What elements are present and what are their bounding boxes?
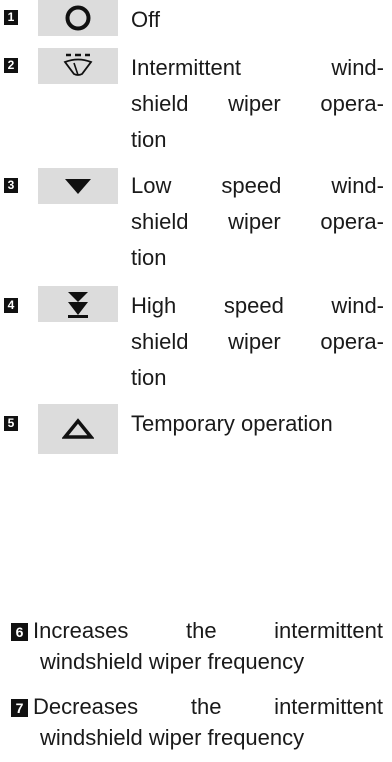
note-text: Increases the intermittent windshield wi… — [33, 615, 383, 677]
description-line: Intermittent wind- — [131, 55, 384, 80]
description-line: tion — [131, 127, 167, 152]
temporary-operation-triangle-icon — [62, 418, 94, 439]
description-line: Off — [131, 7, 160, 32]
item-number-badge: 3 — [4, 178, 18, 193]
symbol-cell — [38, 168, 118, 204]
symbol-cell — [38, 404, 118, 454]
description-line: shield wiper opera- — [131, 329, 384, 354]
item-number-badge: 1 — [4, 10, 18, 25]
description-line: tion — [131, 365, 167, 390]
item-number-badge: 7 — [11, 699, 28, 717]
mode-description: High speed wind- shield wiper opera- tio… — [131, 288, 384, 396]
mode-description: Temporary operation — [131, 406, 389, 442]
item-number-badge: 4 — [4, 298, 18, 313]
description-line: tion — [131, 245, 167, 270]
item-number-badge: 6 — [11, 623, 28, 641]
high-speed-double-triangle-icon — [68, 292, 88, 318]
symbol-cell — [38, 286, 118, 322]
item-number-badge: 2 — [4, 58, 18, 73]
description-line: Temporary operation — [131, 411, 333, 436]
description-line: shield wiper opera- — [131, 209, 384, 234]
note-line: windshield wiper frequency — [40, 649, 305, 674]
mode-description: Off — [131, 2, 384, 38]
note-line: Decreases the intermittent — [33, 694, 383, 719]
symbol-cell — [38, 48, 118, 84]
symbol-cell — [38, 0, 118, 36]
mode-description: Low speed wind- shield wiper opera- tion — [131, 168, 384, 276]
description-line: High speed wind- — [131, 293, 384, 318]
off-circle-icon — [65, 5, 91, 31]
description-line: shield wiper opera- — [131, 91, 384, 116]
item-number-badge: 5 — [4, 416, 18, 431]
note-text: Decreases the intermittent windshield wi… — [33, 691, 383, 753]
note-line: windshield wiper frequency — [40, 725, 305, 750]
note-line: Increases the intermittent — [33, 618, 383, 643]
description-line: Low speed wind- — [131, 173, 384, 198]
intermittent-wiper-icon — [63, 53, 93, 76]
low-speed-triangle-icon — [65, 179, 91, 194]
mode-description: Intermittent wind- shield wiper opera- t… — [131, 50, 384, 158]
